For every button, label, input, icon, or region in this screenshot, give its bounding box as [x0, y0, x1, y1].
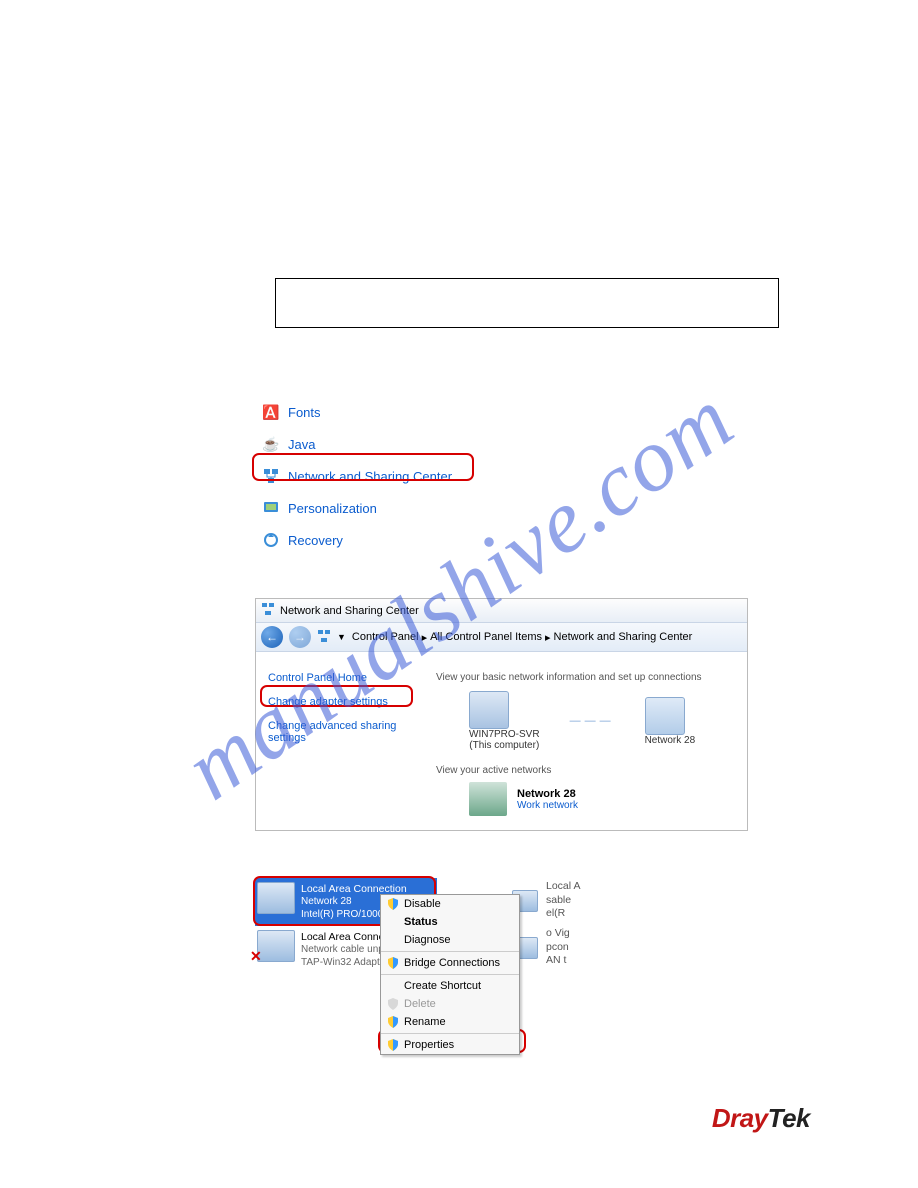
network-node-icon	[645, 697, 685, 735]
menu-item-properties[interactable]: Properties	[381, 1036, 519, 1054]
context-menu: Disable Status Diagnose Bridge Connectio…	[380, 894, 520, 1055]
connection-line-icon: ———	[570, 715, 615, 727]
highlight-network-sharing	[252, 453, 474, 481]
item-label: Java	[288, 437, 315, 452]
computer-subtitle: (This computer)	[469, 740, 540, 751]
peek-line: Local A	[546, 880, 580, 894]
instruction-box	[275, 278, 779, 328]
shield-icon	[387, 998, 399, 1010]
network-name: Network 28	[645, 735, 696, 746]
shield-icon	[387, 1016, 399, 1028]
logo-part-black: Tek	[768, 1103, 810, 1133]
menu-item-shortcut[interactable]: Create Shortcut	[381, 977, 519, 995]
peek-line: pcon	[546, 941, 570, 955]
menu-item-bridge[interactable]: Bridge Connections	[381, 954, 519, 972]
crumb[interactable]: All Control Panel Items	[430, 631, 542, 643]
chevron-right-icon: ▸	[545, 631, 551, 644]
network-sharing-window: Network and Sharing Center ← → ▼ Control…	[255, 598, 748, 831]
menu-label: Properties	[404, 1039, 454, 1051]
menu-label: Status	[404, 916, 438, 928]
crumb[interactable]: Control Panel	[352, 631, 419, 643]
item-label: Personalization	[288, 501, 377, 516]
chevron-right-icon: ▸	[422, 631, 428, 644]
draytek-logo: DrayTek	[712, 1103, 810, 1134]
menu-item-delete: Delete	[381, 995, 519, 1013]
menu-item-disable[interactable]: Disable	[381, 895, 519, 913]
connection-name: Local Area Connec	[301, 931, 390, 944]
breadcrumb[interactable]: Control Panel ▸ All Control Panel Items …	[352, 631, 692, 644]
control-panel-item-recovery[interactable]: Recovery	[258, 524, 456, 556]
shield-icon	[387, 1039, 399, 1051]
menu-item-status[interactable]: Status	[381, 913, 519, 931]
menu-item-diagnose[interactable]: Diagnose	[381, 931, 519, 949]
shield-icon	[387, 898, 399, 910]
crumb[interactable]: Network and Sharing Center	[554, 631, 693, 643]
logo-part-red: Dray	[712, 1103, 768, 1133]
connection-status: Network cable unp	[301, 944, 390, 957]
personalization-icon	[262, 499, 280, 517]
network-icon	[317, 629, 331, 646]
menu-label: Create Shortcut	[404, 980, 481, 992]
shield-icon	[387, 957, 399, 969]
cut-off-item-text: Local A sable el(R o Vig pcon AN t	[510, 880, 580, 968]
control-panel-item-fonts[interactable]: 🅰️ Fonts	[258, 396, 456, 428]
right-pane: View your basic network information and …	[426, 652, 747, 830]
link-change-advanced[interactable]: Change advanced sharing settings	[266, 714, 416, 750]
peek-line: AN t	[546, 954, 570, 968]
control-panel-item-personalization[interactable]: Personalization	[258, 492, 456, 524]
forward-button[interactable]: →	[289, 626, 311, 648]
menu-label: Rename	[404, 1016, 446, 1028]
java-icon: ☕	[262, 435, 280, 453]
back-button[interactable]: ←	[261, 626, 283, 648]
computer-name: WIN7PRO-SVR	[469, 729, 540, 740]
highlight-change-adapter	[260, 685, 413, 707]
window-title: Network and Sharing Center	[280, 605, 419, 617]
this-computer-block: WIN7PRO-SVR (This computer)	[469, 691, 540, 751]
peek-line: el(R	[546, 907, 580, 921]
heading-basic-info: View your basic network information and …	[436, 672, 739, 683]
adapter-disabled-icon	[257, 930, 295, 962]
active-network-type[interactable]: Work network	[517, 800, 578, 811]
dropdown-icon[interactable]: ▼	[337, 632, 346, 642]
network-icon	[261, 602, 275, 619]
fonts-icon: 🅰️	[262, 403, 280, 421]
item-label: Recovery	[288, 533, 343, 548]
connection-adapter: TAP-Win32 Adapt	[301, 957, 390, 970]
menu-label: Delete	[404, 998, 436, 1010]
active-networks-label: View your active networks	[436, 765, 739, 776]
computer-icon	[469, 691, 509, 729]
network-block: Network 28	[645, 697, 696, 746]
active-network-name: Network 28	[517, 788, 578, 800]
window-title-bar: Network and Sharing Center	[256, 599, 747, 623]
left-pane: Control Panel Home Change adapter settin…	[256, 652, 426, 830]
peek-line: sable	[546, 894, 580, 908]
active-network-item[interactable]: Network 28 Work network	[469, 782, 739, 816]
menu-label: Bridge Connections	[404, 957, 500, 969]
menu-item-rename[interactable]: Rename	[381, 1013, 519, 1031]
recovery-icon	[262, 531, 280, 549]
menu-label: Diagnose	[404, 934, 450, 946]
nav-toolbar: ← → ▼ Control Panel ▸ All Control Panel …	[256, 623, 747, 652]
peek-line: o Vig	[546, 927, 570, 941]
work-network-icon	[469, 782, 507, 816]
item-label: Fonts	[288, 405, 321, 420]
menu-label: Disable	[404, 898, 441, 910]
